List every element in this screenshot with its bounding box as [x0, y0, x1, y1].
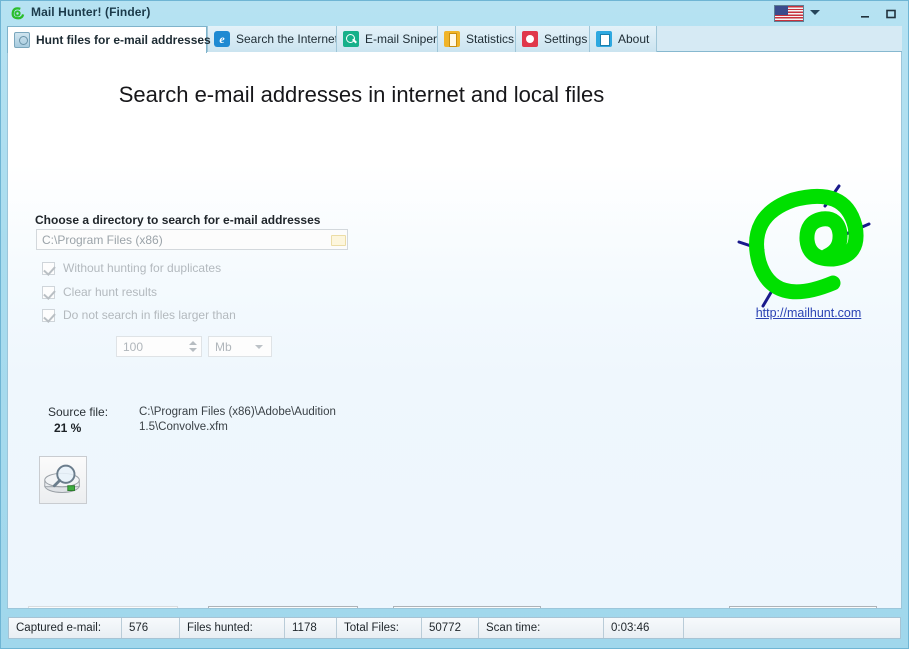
status-scan-time-value: 0:03:46 [604, 618, 684, 638]
gear-icon [522, 31, 538, 47]
stepper-arrows-icon[interactable] [185, 337, 201, 356]
tab-settings[interactable]: Settings [515, 26, 595, 52]
tab-label: About [618, 32, 650, 46]
status-spacer [684, 618, 900, 638]
close-button[interactable] [904, 3, 909, 23]
tab-label: Search the Internet [236, 32, 339, 46]
status-files-hunted-value: 1178 [285, 618, 337, 638]
tab-hunt-files[interactable]: Hunt files for e-mail addresses [7, 26, 211, 53]
checkbox[interactable] [42, 308, 55, 322]
option-without-duplicates[interactable]: Without hunting for duplicates [42, 261, 221, 275]
app-logo-icon [11, 7, 25, 20]
status-total-files-label: Total Files: [337, 618, 422, 638]
disk-search-icon [39, 456, 87, 504]
status-files-hunted-label: Files hunted: [180, 618, 285, 638]
tab-email-sniper[interactable]: E-mail Sniper [336, 26, 443, 52]
tab-search-internet[interactable]: e Search the Internet [207, 26, 342, 52]
magnifier-disk-icon [14, 32, 30, 48]
new-hunt-button[interactable]: New hunt [28, 606, 178, 608]
folder-icon[interactable] [328, 230, 347, 249]
status-captured-email-value: 576 [122, 618, 180, 638]
directory-input[interactable]: C:\Program Files (x86) [36, 229, 348, 250]
tab-panel-hunt-files: Search e-mail addresses in internet and … [7, 52, 902, 609]
option-file-size-limit[interactable]: Do not search in files larger than [42, 308, 236, 322]
option-label: Do not search in files larger than [63, 308, 236, 322]
application-window: Mail Hunter! (Finder) Hunt files for e-m… [0, 0, 909, 649]
option-label: Without hunting for duplicates [63, 261, 222, 275]
tab-label: Statistics [466, 32, 515, 46]
page-title: Search e-mail addresses in internet and … [118, 82, 605, 107]
help-button[interactable]: ? Help [729, 606, 877, 608]
file-size-stepper[interactable]: 100 [116, 336, 202, 357]
chevron-down-icon [255, 344, 263, 349]
file-size-unit-select[interactable]: Mb [208, 336, 272, 357]
title-bar: Mail Hunter! (Finder) [1, 1, 908, 25]
at-sign-logo [737, 184, 871, 308]
source-file-label: Source file: [48, 405, 109, 419]
directory-input-value: C:\Program Files (x86) [42, 232, 163, 247]
stop-hunting-button[interactable]: Stop hunting [208, 606, 358, 608]
status-captured-email-label: Captured e-mail: [9, 618, 122, 638]
file-size-unit-value: Mb [215, 339, 232, 354]
checkbox[interactable] [42, 285, 55, 299]
language-dropdown-arrow-icon[interactable] [810, 10, 820, 15]
mailhunt-website-link[interactable]: http://mailhunt.com [721, 306, 896, 320]
magnifier-icon [343, 31, 359, 47]
file-size-value: 100 [123, 339, 144, 354]
minimize-button[interactable] [852, 3, 878, 23]
option-clear-hunt-results[interactable]: Clear hunt results [42, 285, 157, 299]
advanced-button[interactable]: Advanced [393, 606, 541, 608]
source-file-path: C:\Program Files (x86)\Adobe\Audition 1.… [139, 406, 336, 433]
maximize-button[interactable] [878, 3, 904, 23]
checkbox[interactable] [42, 261, 55, 275]
tab-about[interactable]: About [589, 26, 657, 52]
tab-bar: Hunt files for e-mail addresses e Search… [7, 26, 902, 53]
info-document-icon [596, 31, 612, 47]
status-bar: Captured e-mail: 576 Files hunted: 1178 … [8, 617, 901, 639]
tab-label: E-mail Sniper [365, 32, 438, 46]
tab-label: Settings [544, 32, 588, 46]
option-label: Clear hunt results [63, 285, 158, 299]
status-total-files-value: 50772 [422, 618, 479, 638]
progress-percent: 21 % [54, 421, 82, 435]
internet-explorer-icon: e [214, 31, 230, 47]
status-scan-time-label: Scan time: [479, 618, 604, 638]
window-title: Mail Hunter! (Finder) [31, 5, 151, 19]
tab-label: Hunt files for e-mail addresses [36, 33, 211, 47]
directory-label: Choose a directory to search for e-mail … [35, 213, 321, 227]
chart-icon [444, 31, 460, 47]
us-flag-icon[interactable] [774, 5, 804, 22]
tab-statistics[interactable]: Statistics [437, 26, 521, 52]
